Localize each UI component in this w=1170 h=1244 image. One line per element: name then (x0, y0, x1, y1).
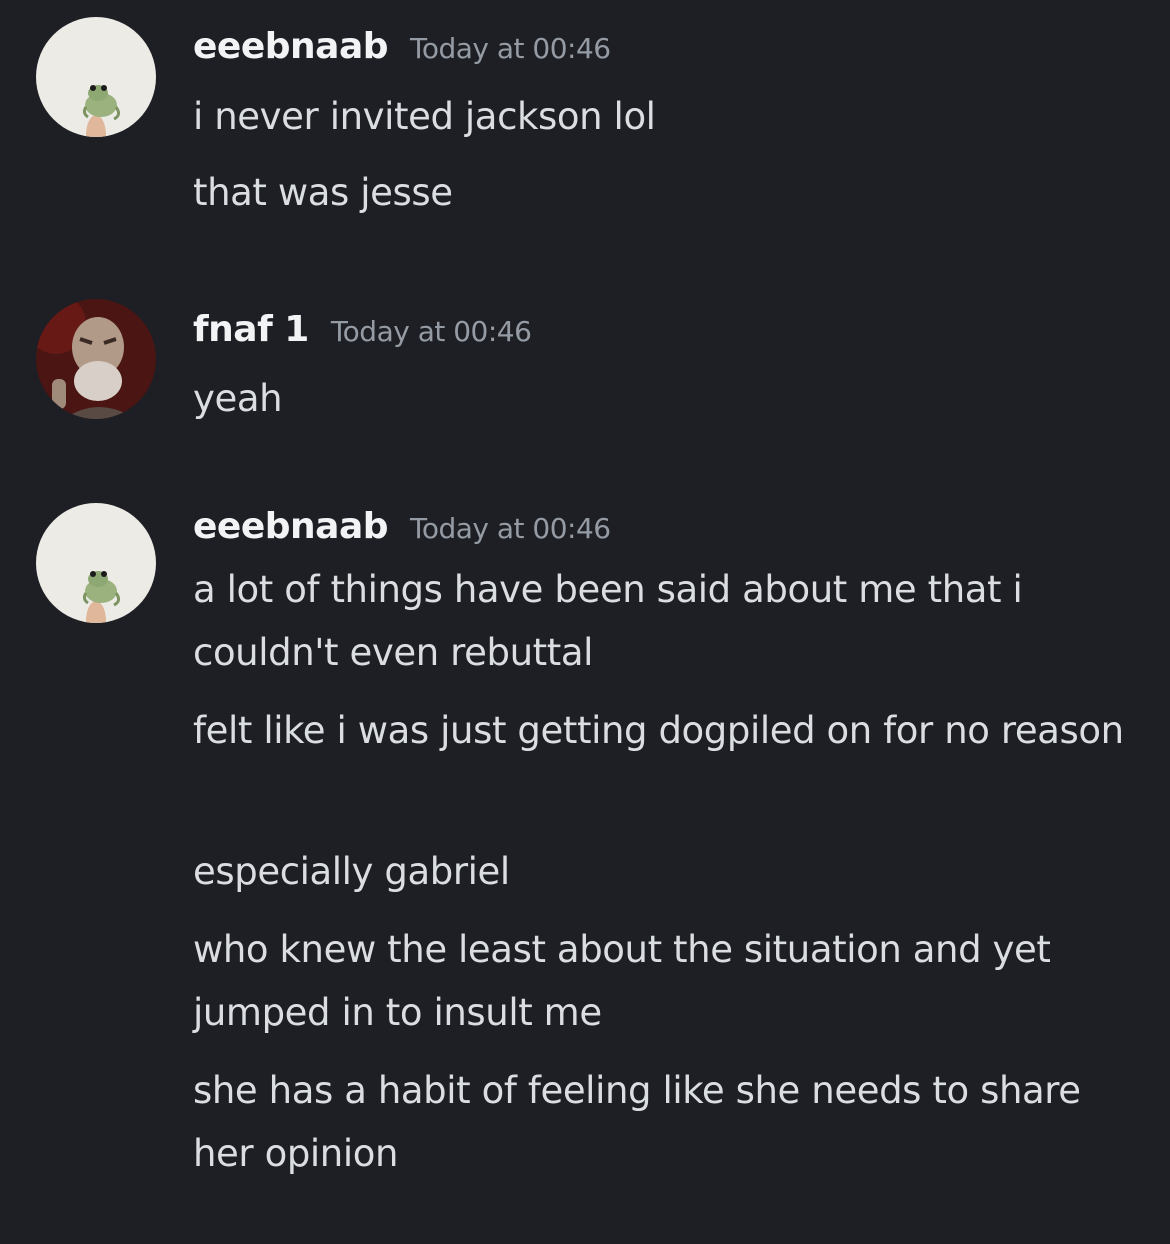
avatar-fnaf-1[interactable] (36, 299, 156, 419)
username[interactable]: fnaf 1 (193, 309, 309, 350)
username[interactable]: eeebnaab (193, 506, 389, 547)
timestamp: Today at 00:46 (410, 32, 611, 65)
message-header: fnaf 1 Today at 00:46 (193, 309, 532, 350)
message-line: i never invited jackson lol (193, 95, 656, 138)
frog-avatar-icon (36, 17, 156, 137)
message-header: eeebnaab Today at 00:46 (193, 506, 611, 547)
message-header: eeebnaab Today at 00:46 (193, 26, 611, 67)
timestamp: Today at 00:46 (410, 512, 611, 545)
frog-avatar-icon (36, 503, 156, 623)
username[interactable]: eeebnaab (193, 26, 389, 67)
message-line: she has a habit of feeling like she need… (193, 1069, 1081, 1175)
avatar-eeebnaab[interactable] (36, 17, 156, 137)
bearded-man-avatar-icon (36, 299, 156, 419)
message-line: especially gabriel (193, 850, 510, 893)
message-line: felt like i was just getting dogpiled on… (193, 709, 1124, 752)
avatar-eeebnaab[interactable] (36, 503, 156, 623)
message-line: that was jesse (193, 171, 453, 214)
message-line: who knew the least about the situation a… (193, 928, 1051, 1034)
timestamp: Today at 00:46 (330, 315, 532, 348)
message-line: yeah (193, 377, 283, 420)
message-line: a lot of things have been said about me … (193, 568, 1023, 674)
